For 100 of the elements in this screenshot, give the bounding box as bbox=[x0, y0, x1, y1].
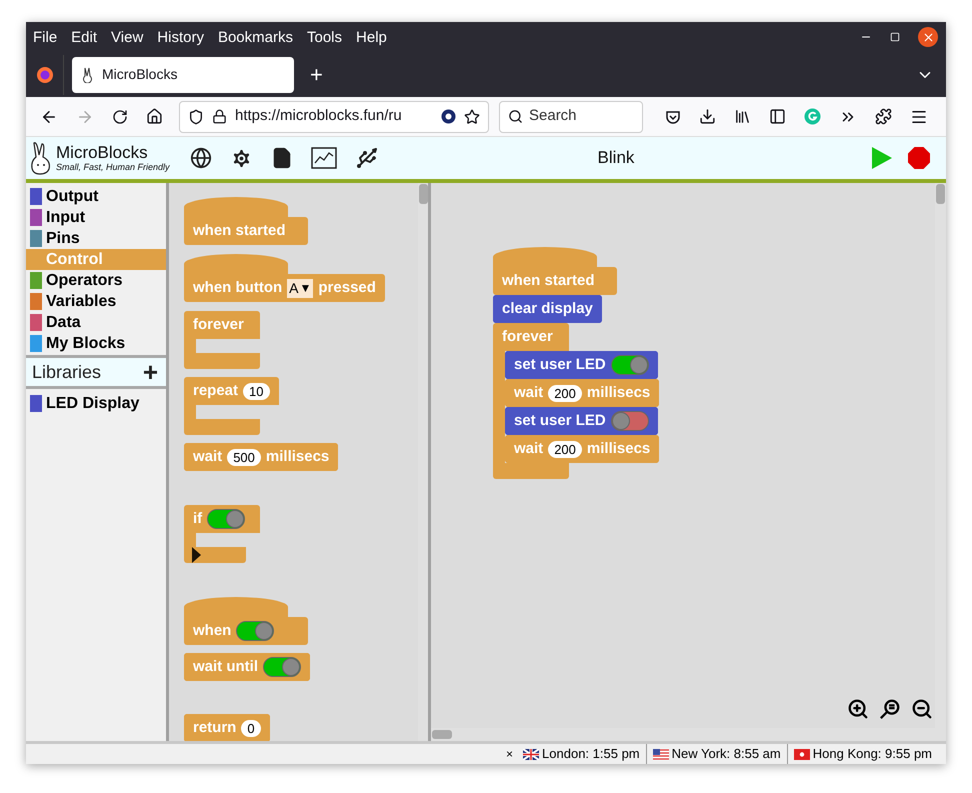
block-label: when button bbox=[193, 278, 282, 298]
close-button[interactable] bbox=[918, 27, 938, 47]
app-logo-text: MicroBlocks bbox=[56, 144, 149, 161]
sidebar-icon[interactable] bbox=[769, 108, 786, 125]
number-slot[interactable]: 500 bbox=[227, 448, 261, 466]
block-label: repeat bbox=[193, 380, 238, 401]
clock-text: London: 1:55 pm bbox=[542, 745, 640, 764]
block-label: forever bbox=[502, 326, 553, 347]
url-text: https://microblocks.fun/ru bbox=[235, 106, 403, 126]
tab-title: MicroBlocks bbox=[102, 65, 178, 84]
pocket-icon[interactable] bbox=[665, 108, 681, 124]
search-field[interactable]: Search bbox=[499, 100, 643, 132]
toggle-switch[interactable] bbox=[610, 355, 649, 375]
libraries-label: Libraries bbox=[32, 360, 102, 384]
number-slot[interactable]: 200 bbox=[548, 384, 582, 402]
command-block[interactable]: wait 500 millisecs bbox=[184, 443, 338, 471]
app-tagline: Small, Fast, Human Friendly bbox=[56, 163, 170, 172]
new-tab-button[interactable]: + bbox=[310, 64, 323, 86]
toggle-switch[interactable] bbox=[207, 509, 246, 529]
block-label: if bbox=[193, 508, 202, 529]
scrollbar-thumb[interactable] bbox=[936, 184, 945, 204]
number-slot[interactable]: 0 bbox=[241, 720, 261, 736]
menu-item[interactable]: Bookmarks bbox=[218, 30, 293, 44]
reload-icon[interactable] bbox=[112, 108, 128, 124]
clock-text: New York: 8:55 am bbox=[672, 745, 781, 764]
category-item[interactable]: Variables bbox=[26, 291, 166, 312]
block-label: wait until bbox=[193, 656, 258, 677]
block-label: millisecs bbox=[586, 382, 650, 403]
block-label: millisecs bbox=[266, 446, 330, 467]
flag-icon bbox=[523, 748, 540, 760]
extension-icon bbox=[441, 109, 456, 124]
clock-text: Hong Kong: 9:55 pm bbox=[812, 745, 932, 764]
menu-item[interactable]: View bbox=[111, 30, 144, 44]
category-item[interactable]: Operators bbox=[26, 270, 166, 291]
home-icon[interactable] bbox=[146, 108, 163, 125]
block-label: forever bbox=[193, 314, 244, 335]
close-icon bbox=[922, 30, 934, 44]
category-item[interactable]: Input bbox=[26, 207, 166, 228]
block-label: when bbox=[193, 620, 232, 641]
menu-item[interactable]: File bbox=[33, 30, 58, 44]
command-block[interactable]: wait 200 millisecs bbox=[505, 435, 660, 463]
zoom-reset-icon[interactable] bbox=[879, 698, 901, 720]
zoom-out-icon[interactable] bbox=[911, 698, 933, 720]
dropdown-slot[interactable]: A▼ bbox=[287, 278, 314, 298]
menu-item[interactable]: Help bbox=[356, 30, 387, 44]
toggle-switch[interactable] bbox=[236, 621, 274, 641]
category-item[interactable]: My Blocks bbox=[26, 333, 166, 354]
command-block[interactable]: wait 200 millisecs bbox=[505, 379, 660, 407]
usb-icon[interactable] bbox=[354, 146, 379, 170]
menu-item[interactable]: History bbox=[157, 30, 204, 44]
search-icon bbox=[508, 109, 523, 124]
block-label: when started bbox=[193, 220, 286, 241]
close-clock-button[interactable]: × bbox=[506, 745, 514, 763]
category-item[interactable]: Pins bbox=[26, 228, 166, 249]
search-input[interactable]: Search bbox=[529, 105, 629, 128]
flag-icon bbox=[652, 748, 669, 760]
url-field[interactable]: https://microblocks.fun/ru bbox=[179, 100, 489, 132]
command-block[interactable]: set user LED bbox=[505, 351, 658, 379]
block-label: set user LED bbox=[514, 354, 606, 375]
loop-block-header[interactable]: repeat 10 bbox=[184, 377, 278, 405]
browser-logo-icon bbox=[36, 66, 54, 84]
puzzle-icon[interactable] bbox=[875, 108, 892, 125]
block-label: wait bbox=[514, 438, 544, 459]
command-block[interactable]: set user LED bbox=[505, 407, 658, 435]
block-label: set user LED bbox=[514, 410, 606, 431]
stop-icon[interactable] bbox=[908, 147, 930, 169]
command-block[interactable]: return 0 bbox=[184, 714, 270, 741]
zoom-in-icon[interactable] bbox=[847, 698, 869, 720]
block-label: wait bbox=[514, 382, 544, 403]
globe-icon[interactable] bbox=[190, 147, 212, 169]
graph-icon[interactable] bbox=[310, 147, 337, 169]
maximize-icon[interactable] bbox=[890, 32, 900, 42]
menu-item[interactable]: Tools bbox=[306, 30, 342, 44]
block-label: pressed bbox=[318, 278, 376, 298]
add-library-button[interactable]: + bbox=[142, 359, 158, 385]
library-icon[interactable] bbox=[734, 108, 751, 125]
number-slot[interactable]: 10 bbox=[243, 382, 270, 400]
category-item[interactable]: Output bbox=[26, 186, 166, 207]
toggle-switch[interactable] bbox=[610, 411, 649, 431]
block-label: when started bbox=[502, 270, 595, 291]
category-item[interactable]: Data bbox=[26, 312, 166, 333]
command-block[interactable]: clear display bbox=[493, 295, 602, 323]
block-label: millisecs bbox=[586, 438, 650, 459]
shield-icon bbox=[188, 108, 204, 124]
block-label: return bbox=[193, 718, 236, 738]
star-icon[interactable] bbox=[464, 108, 480, 124]
browser-tab[interactable]: MicroBlocks bbox=[72, 56, 294, 92]
block-label: wait bbox=[193, 446, 222, 467]
scrollbar-thumb[interactable] bbox=[432, 730, 452, 739]
number-slot[interactable]: 200 bbox=[548, 440, 582, 458]
block-label: clear display bbox=[502, 298, 593, 319]
toggle-switch[interactable] bbox=[263, 657, 301, 677]
scrollbar-thumb[interactable] bbox=[418, 184, 428, 204]
project-title: Blink bbox=[598, 147, 634, 170]
download-icon[interactable] bbox=[699, 108, 716, 125]
library-item[interactable]: LED Display bbox=[26, 393, 166, 414]
lock-icon bbox=[212, 109, 227, 124]
triangle-icon bbox=[192, 547, 201, 563]
menu-item[interactable]: Edit bbox=[71, 30, 98, 44]
flag-icon bbox=[794, 748, 810, 760]
